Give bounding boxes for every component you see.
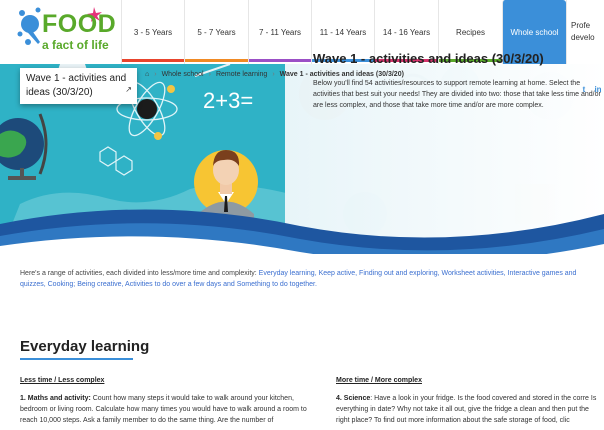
breadcrumb-item[interactable]: Remote learning: [216, 71, 267, 78]
hero-description: Below you'll find 54 activities/resource…: [313, 80, 601, 109]
intro-paragraph: Here's a range of activities, each divid…: [20, 268, 604, 290]
nav-item-label: 14 - 16 Years: [382, 27, 431, 37]
nav-item-label-wrap: Profe develo: [571, 20, 595, 44]
hero-formula: 2+3=: [203, 88, 253, 113]
activity-title: 4. Science: [336, 395, 371, 402]
site-logo[interactable]: FOOD a fact of life: [16, 4, 116, 62]
breadcrumb-separator: ›: [272, 70, 275, 78]
nav-item-5-7-years[interactable]: 5 - 7 Years: [184, 0, 248, 64]
nav-item-label: Whole school: [510, 27, 559, 37]
page-title-card: Wave 1 - activities and ideas (30/3/20) …: [20, 68, 137, 104]
home-icon[interactable]: ⌂: [145, 71, 149, 78]
nav-item-label: Profe: [571, 21, 591, 30]
logo-tagline: a fact of life: [42, 38, 109, 52]
breadcrumb-separator: ›: [154, 70, 157, 78]
nav-item-label: 5 - 7 Years: [197, 27, 236, 37]
activity-body: : Have a look in your fridge. Is the foo…: [336, 395, 597, 424]
breadcrumb: ⌂ › Whole school › Remote learning › Wav…: [145, 68, 404, 80]
right-column-heading: More time / More complex: [336, 377, 422, 384]
nav-item-label-line2: develo: [571, 33, 595, 42]
nav-item-label: 3 - 5 Years: [133, 27, 173, 37]
nav-color-bar: [122, 59, 184, 62]
share-icon[interactable]: ↗: [125, 85, 132, 94]
right-activity-text: 4. Science: Have a look in your fridge. …: [336, 393, 604, 426]
hero-title: Wave 1 - activities and ideas (30/3/20): [313, 51, 544, 66]
left-column-heading: Less time / Less complex: [20, 377, 105, 384]
activity-title: 1. Maths and activity:: [20, 395, 91, 402]
breadcrumb-item[interactable]: Whole school: [162, 71, 204, 78]
breadcrumb-current: Wave 1 - activities and ideas (30/3/20): [279, 70, 404, 78]
nav-color-bar: [185, 59, 248, 62]
hero-wave-divider: [0, 209, 604, 254]
logo-brand-text: FOOD: [42, 10, 117, 38]
nav-color-bar: [249, 59, 311, 62]
nav-item-label: Recipes: [456, 27, 485, 37]
nav-item-label: 11 - 14 Years: [319, 27, 367, 37]
breadcrumb-separator: ›: [208, 70, 211, 78]
section-underline: [20, 358, 133, 360]
page-title: Wave 1 - activities and ideas (30/3/20): [26, 73, 127, 98]
nav-item-label: 7 - 11 Years: [258, 27, 302, 37]
nav-item-professional-development[interactable]: Profe develo: [566, 0, 604, 64]
intro-text: Here's a range of activities, each divid…: [20, 270, 259, 277]
section-title: Everyday learning: [20, 338, 150, 355]
left-activity-text: 1. Maths and activity: Count how many st…: [20, 393, 320, 426]
nav-item-7-11-years[interactable]: 7 - 11 Years: [248, 0, 311, 64]
nav-item-3-5-years[interactable]: 3 - 5 Years: [121, 0, 184, 64]
